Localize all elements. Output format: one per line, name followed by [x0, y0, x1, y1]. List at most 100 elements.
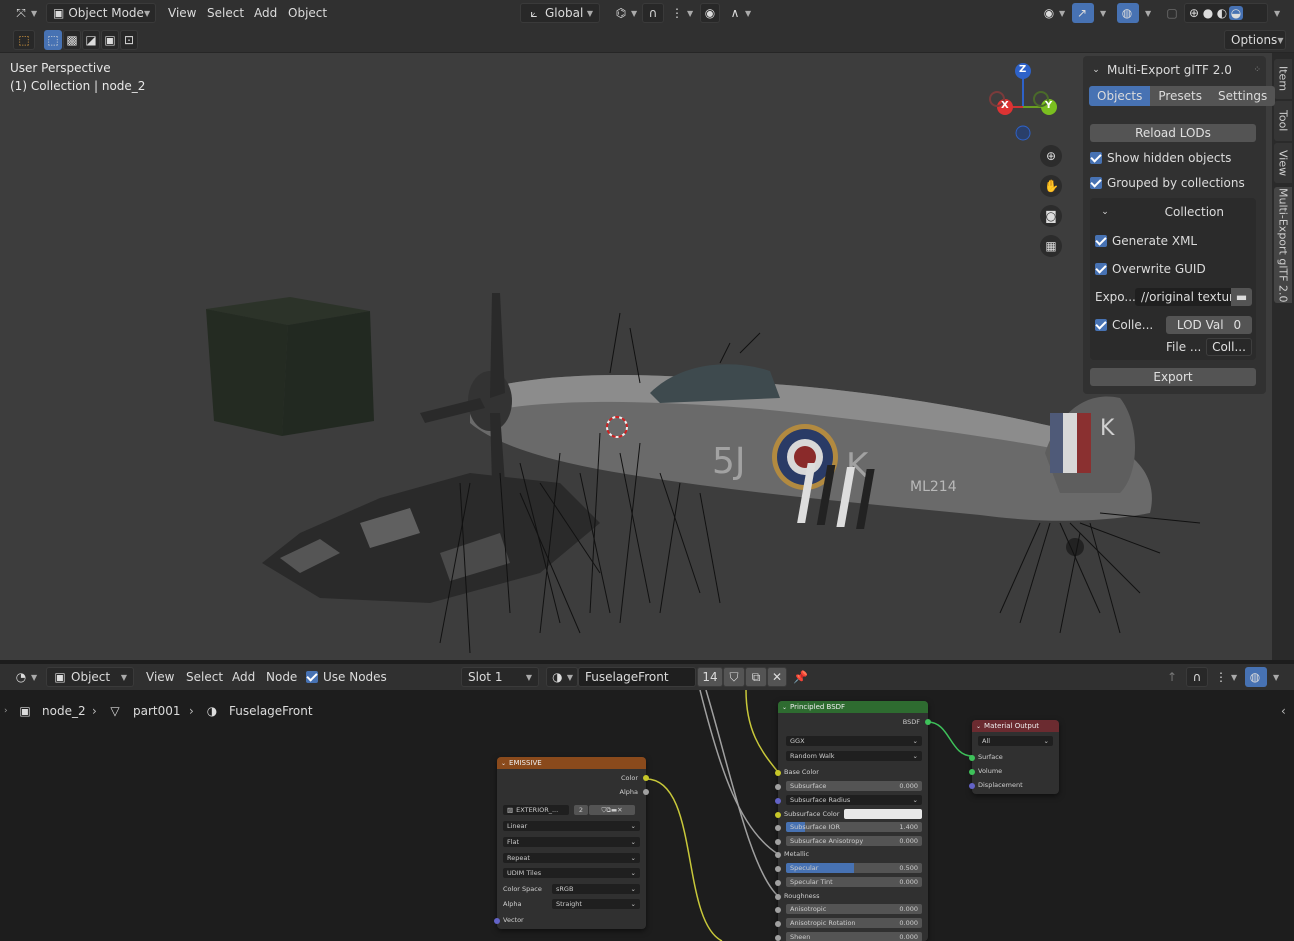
3d-viewport[interactable]: K 5J K ML214 User Perspective (1) Collec… — [0, 53, 1272, 660]
tab-tool[interactable]: Tool — [1274, 101, 1292, 141]
anisotropic-rotation-socket[interactable] — [775, 921, 781, 927]
material-users-count[interactable]: 14 — [697, 667, 723, 687]
sheen-field[interactable]: Sheen 0.000 — [786, 932, 922, 941]
menu-select[interactable]: Select — [201, 3, 250, 23]
volume-input-socket[interactable] — [969, 769, 975, 775]
snap-toggle[interactable]: ∩ — [642, 3, 664, 23]
material-browse-button[interactable]: ◑ ▼ — [546, 667, 578, 687]
material-output-node[interactable]: ⌄ Material Output All ⌄ Surface Volume Dis… — [969, 720, 1059, 794]
surface-input-socket[interactable] — [969, 755, 975, 761]
camera-view-button[interactable]: ◙ — [1040, 205, 1062, 227]
generate-xml-checkbox[interactable]: Generate XML — [1095, 234, 1197, 248]
drag-handle-icon[interactable]: ⁘ — [1253, 65, 1261, 75]
pan-button[interactable]: ✋ — [1040, 175, 1062, 197]
fake-user-button[interactable]: ⛉ — [723, 667, 745, 687]
proportional-edit-toggle[interactable]: ◉ — [700, 3, 720, 23]
output-node-header[interactable]: ⌄ Material Output — [972, 720, 1059, 732]
collection-lod-checkbox[interactable]: Colle... — [1095, 318, 1153, 332]
snap-target-button[interactable]: ⋮ ▼ — [664, 3, 699, 23]
editor-type-button[interactable]: ⤧ ▼ — [8, 3, 43, 23]
export-path-input[interactable]: //original texture\ — [1135, 288, 1231, 306]
select-set-button[interactable]: ⬚ — [44, 30, 62, 50]
gizmo-toggle[interactable]: ↗ — [1072, 3, 1094, 23]
tab-objects[interactable]: Objects — [1089, 86, 1151, 106]
falloff-button[interactable]: ∧ ▼ — [722, 3, 757, 23]
active-tool-button[interactable]: ⬚ — [13, 30, 35, 50]
panel-header[interactable]: ⌄ Multi-Export glTF 2.0 ⁘ — [1089, 60, 1261, 80]
interpolation-dropdown[interactable]: Linear ⌄ — [503, 821, 640, 831]
subsurface-anisotropy-field[interactable]: Subsurface Anisotropy 0.000 — [786, 836, 922, 846]
subsurface-anisotropy-socket[interactable] — [775, 839, 781, 845]
shading-dropdown[interactable]: ▼ — [1268, 3, 1283, 23]
overwrite-guid-checkbox[interactable]: Overwrite GUID — [1095, 262, 1206, 276]
bsdf-output-socket[interactable] — [925, 719, 931, 725]
pivot-point-button[interactable]: ⌬ ▼ — [608, 3, 643, 23]
subsurface-ior-socket[interactable] — [775, 825, 781, 831]
transform-orientation-dropdown[interactable]: ⟀ Global ▼ — [520, 3, 600, 23]
tab-multi-export[interactable]: Multi-Export glTF 2.0 — [1274, 187, 1292, 303]
slot-dropdown[interactable]: Slot 1 ▼ — [461, 667, 539, 687]
roughness-socket[interactable] — [775, 894, 781, 900]
export-button[interactable]: Export — [1090, 368, 1256, 386]
specular-tint-field[interactable]: Specular Tint 0.000 — [786, 877, 922, 887]
duplicate-material-button[interactable]: ⧉ — [745, 667, 767, 687]
unlink-material-button[interactable]: ✕ — [767, 667, 787, 687]
use-nodes-checkbox[interactable]: Use Nodes — [306, 670, 387, 684]
image-actions[interactable]: ⛉⧉▬✕ — [589, 805, 635, 815]
vector-input-socket[interactable] — [494, 918, 500, 924]
xray-toggle[interactable]: ▢ — [1162, 3, 1182, 23]
node-menu-select[interactable]: Select — [180, 667, 229, 687]
base-color-socket[interactable] — [775, 770, 781, 776]
tab-view[interactable]: View — [1274, 143, 1292, 183]
visibility-button[interactable]: ◉ ▼ — [1036, 3, 1071, 23]
image-users-count[interactable]: 2 — [574, 805, 588, 815]
node-overlays-toggle[interactable]: ◍ — [1245, 667, 1267, 687]
extension-dropdown[interactable]: Repeat ⌄ — [503, 853, 640, 863]
shading-switcher[interactable]: ⊕ ● ◐ ◒ — [1184, 3, 1268, 23]
node-snap-target[interactable]: ⋮ ▼ — [1208, 667, 1243, 687]
tab-item[interactable]: Item — [1274, 59, 1292, 99]
tab-presets[interactable]: Presets — [1150, 86, 1211, 106]
node-menu-view[interactable]: View — [140, 667, 180, 687]
collection-header[interactable]: ⌄ Collection — [1098, 204, 1248, 220]
grouped-checkbox[interactable]: Grouped by collections — [1090, 176, 1245, 190]
specular-socket[interactable] — [775, 866, 781, 872]
alpha-output-socket[interactable] — [643, 789, 649, 795]
menu-add[interactable]: Add — [248, 3, 283, 23]
subsurface-ior-field[interactable]: Subsurface IOR 1.400 — [786, 822, 922, 832]
solid-shading-icon[interactable]: ● — [1201, 6, 1215, 20]
menu-object[interactable]: Object — [282, 3, 333, 23]
lod-value-field[interactable]: LOD Val 0 — [1166, 316, 1252, 334]
sheen-socket[interactable] — [775, 935, 781, 941]
gizmo-dropdown[interactable]: ▼ — [1094, 3, 1109, 23]
node-overlays-dropdown[interactable]: ▼ — [1267, 667, 1282, 687]
node-editor-type-button[interactable]: ◔ ▼ — [8, 667, 43, 687]
zoom-button[interactable]: ⊕ — [1040, 145, 1062, 167]
navigation-gizmo[interactable]: Z X Y — [985, 61, 1065, 141]
select-extend-button[interactable]: ▩ — [63, 30, 81, 50]
alpha-mode-dropdown[interactable]: Straight ⌄ — [552, 899, 640, 909]
subsurface-radius-field[interactable]: Subsurface Radius ⌄ — [786, 795, 922, 805]
node-snap-toggle[interactable]: ∩ — [1186, 667, 1208, 687]
subsurface-field[interactable]: Subsurface 0.000 — [786, 781, 922, 791]
file-value-field[interactable]: Coll... — [1206, 338, 1252, 356]
emissive-image-node[interactable]: ⌄ EMISSIVE Color Alpha ▨ EXTERIOR_... 2 ⛉⧉… — [494, 757, 649, 929]
select-invert-button[interactable]: ▣ — [101, 30, 119, 50]
anisotropic-rotation-field[interactable]: Anisotropic Rotation 0.000 — [786, 918, 922, 928]
color-output-socket[interactable] — [643, 775, 649, 781]
bsdf-node-header[interactable]: ⌄ Principled BSDF — [778, 701, 928, 713]
wireframe-shading-icon[interactable]: ⊕ — [1187, 6, 1201, 20]
node-menu-add[interactable]: Add — [226, 667, 261, 687]
projection-dropdown[interactable]: Flat ⌄ — [503, 837, 640, 847]
shader-type-dropdown[interactable]: ▣ Object ▼ — [46, 667, 134, 687]
color-space-dropdown[interactable]: sRGB ⌄ — [552, 884, 640, 894]
parent-node-tree-button[interactable]: ↑ — [1162, 667, 1182, 687]
material-name-field[interactable]: FuselageFront — [578, 667, 696, 687]
anisotropic-socket[interactable] — [775, 907, 781, 913]
rendered-shading-icon[interactable]: ◒ — [1229, 6, 1243, 20]
subsurface-color-socket[interactable] — [775, 812, 781, 818]
select-intersect-button[interactable]: ⊡ — [120, 30, 138, 50]
subsurface-color-swatch[interactable] — [844, 809, 922, 819]
metallic-socket[interactable] — [775, 852, 781, 858]
node-menu-node[interactable]: Node — [260, 667, 303, 687]
